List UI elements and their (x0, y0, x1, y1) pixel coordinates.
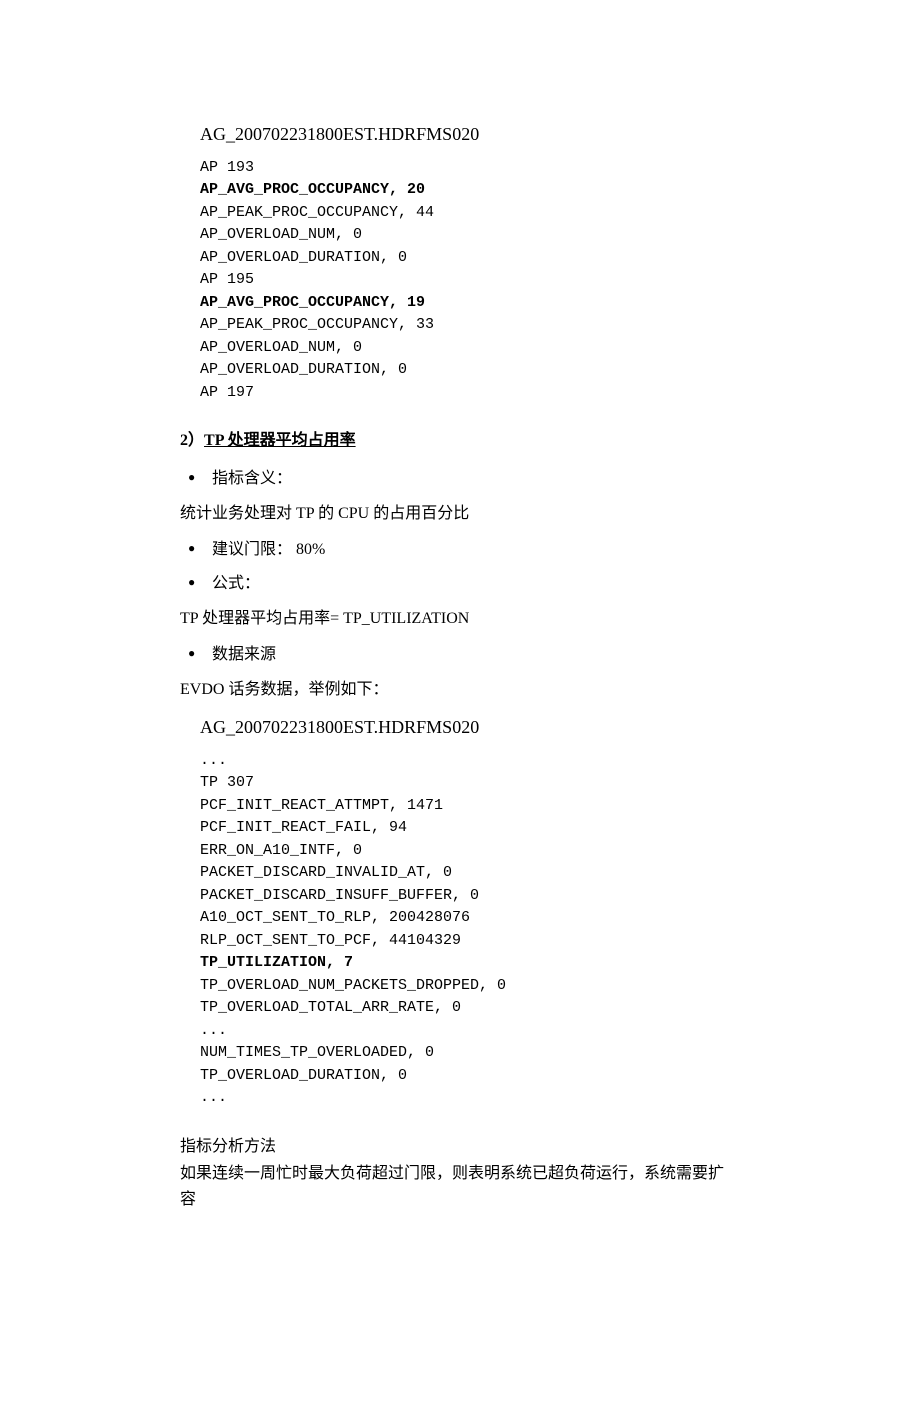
analysis-text-a: 如果连续一周忙时最大负荷超过 (180, 1165, 404, 1182)
code-line: AP 193 (200, 159, 254, 176)
code-line: ... (200, 1089, 227, 1106)
code-line: AP_OVERLOAD_NUM, 0 (200, 339, 362, 356)
code-line: AP 197 (200, 384, 254, 401)
code-line-bold: AP_AVG_PROC_OCCUPANCY, 20 (200, 181, 425, 198)
bullet-item-source: 数据来源 (188, 642, 740, 668)
code-line: PACKET_DISCARD_INVALID_AT, 0 (200, 864, 452, 881)
bullet-item-threshold: 建议门限： 80% (188, 537, 740, 563)
code-line: ... (200, 1022, 227, 1039)
code-line: NUM_TIMES_TP_OVERLOADED, 0 (200, 1044, 434, 1061)
code-header-2: AG_200702231800EST.HDRFMS020 (200, 713, 740, 742)
code-line: TP_OVERLOAD_TOTAL_ARR_RATE, 0 (200, 999, 461, 1016)
code-line-bold: TP_UTILIZATION, 7 (200, 954, 353, 971)
code-line: PCF_INIT_REACT_ATTMPT, 1471 (200, 797, 443, 814)
analysis-paragraph: 如果连续一周忙时最大负荷超过门限，则表明系统已超负荷运行，系统需要扩容 (180, 1161, 740, 1212)
analysis-text-b: 门限 (404, 1165, 436, 1182)
code-line: A10_OCT_SENT_TO_RLP, 200428076 (200, 909, 470, 926)
code-line: TP_OVERLOAD_DURATION, 0 (200, 1067, 407, 1084)
code-line-bold: AP_AVG_PROC_OCCUPANCY, 19 (200, 294, 425, 311)
code-line: PCF_INIT_REACT_FAIL, 94 (200, 819, 407, 836)
code-line: TP_OVERLOAD_NUM_PACKETS_DROPPED, 0 (200, 977, 506, 994)
code-line: ERR_ON_A10_INTF, 0 (200, 842, 362, 859)
bullet-list: 指标含义： (180, 466, 740, 492)
analysis-heading: 指标分析方法 (180, 1134, 740, 1160)
paragraph-source: EVDO 话务数据，举例如下： (180, 677, 740, 703)
bullet-list: 数据来源 (180, 642, 740, 668)
paragraph-meaning: 统计业务处理对 TP 的 CPU 的占用百分比 (180, 501, 740, 527)
paragraph-formula: TP 处理器平均占用率= TP_UTILIZATION (180, 606, 740, 632)
code-line: AP 195 (200, 271, 254, 288)
code-line: AP_OVERLOAD_DURATION, 0 (200, 249, 407, 266)
code-line: AP_OVERLOAD_DURATION, 0 (200, 361, 407, 378)
code-block-2: ... TP 307 PCF_INIT_REACT_ATTMPT, 1471 P… (200, 750, 740, 1110)
section-title: TP 处理器平均占用率 (204, 432, 356, 449)
code-line: RLP_OCT_SENT_TO_PCF, 44104329 (200, 932, 461, 949)
section-number: 2） (180, 428, 204, 454)
code-line: AP_PEAK_PROC_OCCUPANCY, 44 (200, 204, 434, 221)
code-line: ... (200, 752, 227, 769)
code-header-1: AG_200702231800EST.HDRFMS020 (200, 120, 740, 149)
bullet-item-formula: 公式： (188, 571, 740, 597)
code-block-1: AP 193 AP_AVG_PROC_OCCUPANCY, 20 AP_PEAK… (200, 157, 740, 405)
code-line: PACKET_DISCARD_INSUFF_BUFFER, 0 (200, 887, 479, 904)
code-line: AP_OVERLOAD_NUM, 0 (200, 226, 362, 243)
section-heading-2: 2）TP 处理器平均占用率 (180, 428, 740, 454)
bullet-item-meaning: 指标含义： (188, 466, 740, 492)
code-line: TP 307 (200, 774, 254, 791)
code-line: AP_PEAK_PROC_OCCUPANCY, 33 (200, 316, 434, 333)
bullet-list: 建议门限： 80% 公式： (180, 537, 740, 596)
